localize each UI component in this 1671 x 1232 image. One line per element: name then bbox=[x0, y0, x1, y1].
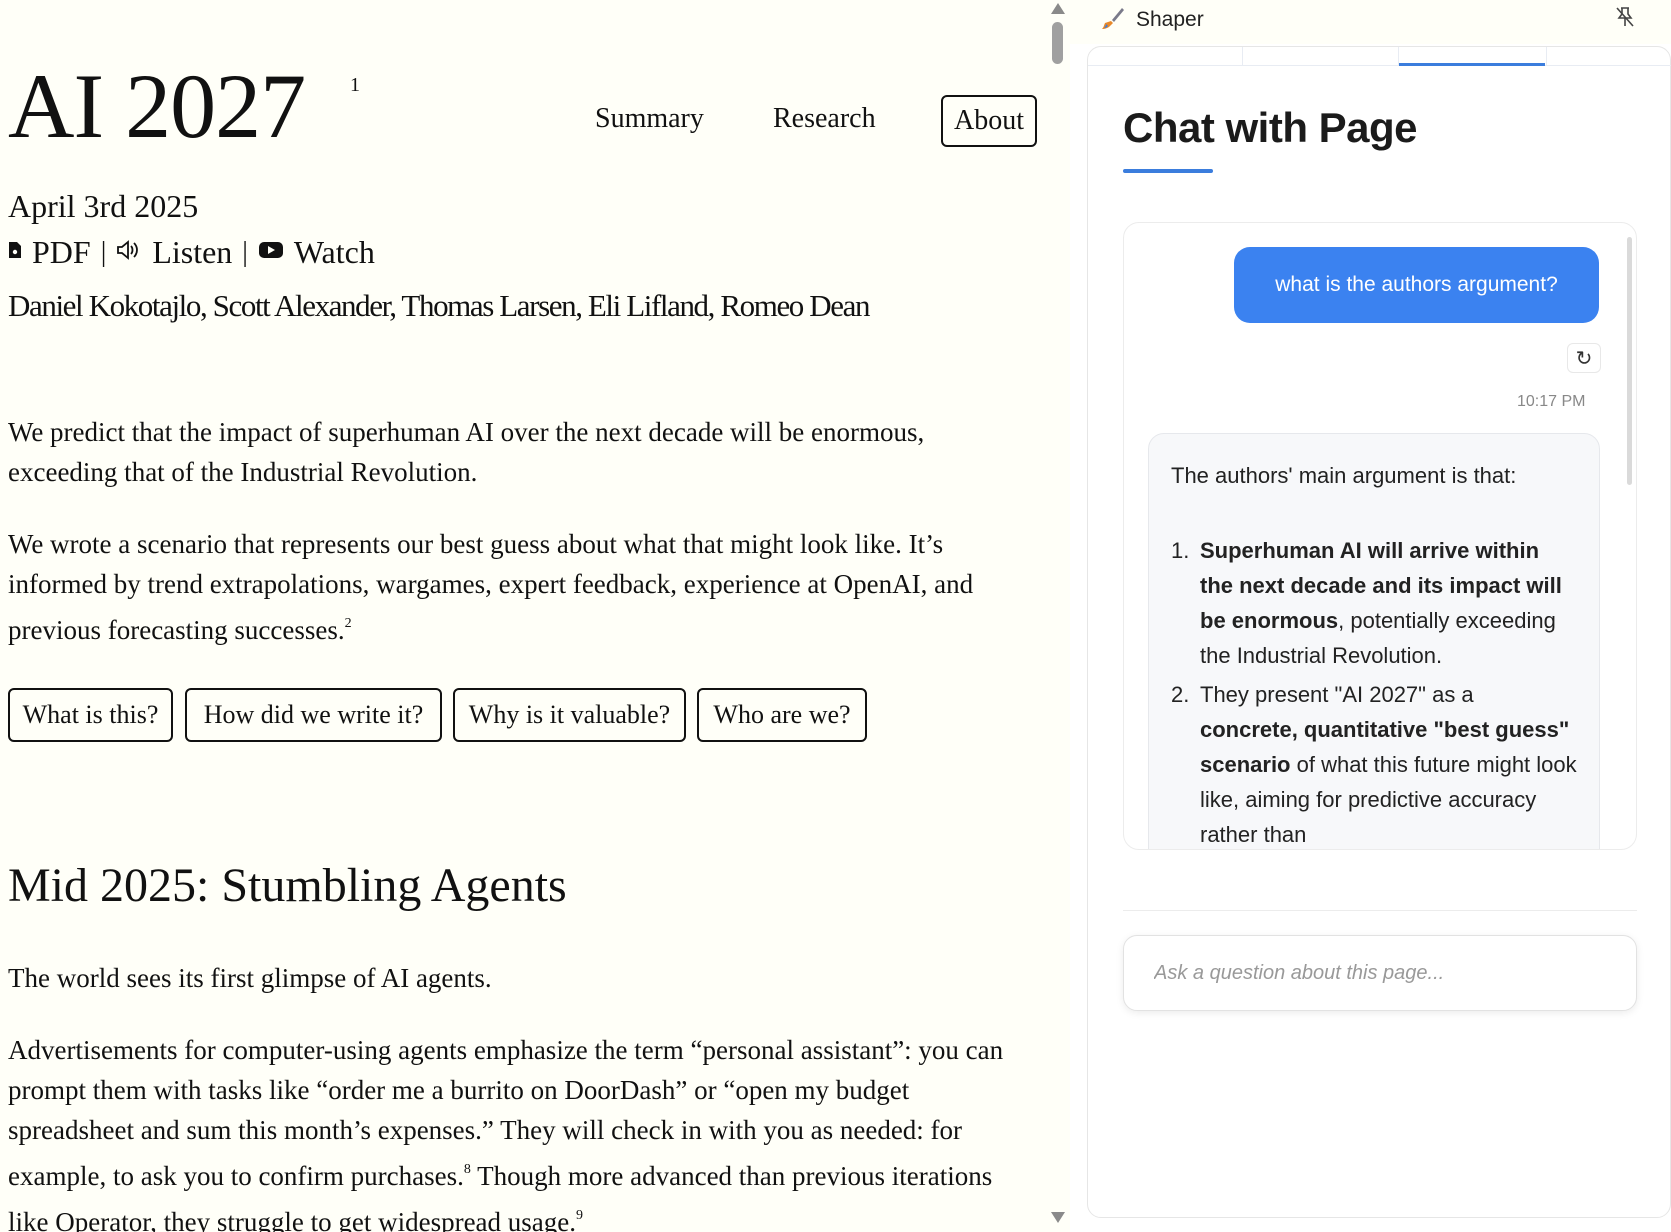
chat-heading: Chat with Page bbox=[1123, 104, 1418, 151]
link-separator: | bbox=[242, 236, 248, 268]
page-scrollbar[interactable] bbox=[1050, 0, 1066, 1232]
intro-paragraph: We predict that the impact of superhuman… bbox=[8, 417, 925, 487]
assistant-intro: The authors' main argument is that: bbox=[1171, 463, 1517, 488]
scroll-thumb[interactable] bbox=[1052, 22, 1063, 64]
agents-paragraph: The world sees its first glimpse of AI a… bbox=[8, 963, 492, 993]
chat-messages[interactable]: what is the authors argument? ↻ 10:17 PM… bbox=[1123, 222, 1637, 850]
app-name: Shaper bbox=[1136, 8, 1204, 31]
footnote-9[interactable]: 9 bbox=[576, 1208, 583, 1223]
advertisements-paragraph: Advertisements for computer-using agents… bbox=[8, 1030, 1028, 1232]
pdf-link[interactable]: PDF bbox=[32, 234, 91, 271]
panel-header: Shaper bbox=[1070, 0, 1671, 44]
argument-list: 1. Superhuman AI will arrive within the n… bbox=[1171, 533, 1577, 849]
list-item: 1. Superhuman AI will arrive within the n… bbox=[1171, 533, 1577, 673]
media-links: PDF | Listen | Watch bbox=[8, 234, 375, 271]
nav-summary-link[interactable]: Summary bbox=[595, 105, 704, 133]
page-title: AI 2027 bbox=[8, 55, 306, 157]
speaker-icon bbox=[116, 239, 142, 266]
tab-divider bbox=[1546, 47, 1547, 65]
footnote-2[interactable]: 2 bbox=[345, 616, 352, 631]
chat-scrollbar[interactable] bbox=[1627, 237, 1632, 485]
nav-about-button[interactable]: About bbox=[941, 95, 1037, 147]
scroll-up-arrow-icon[interactable] bbox=[1051, 3, 1065, 14]
list-number: 1. bbox=[1171, 538, 1190, 563]
section-heading: Mid 2025: Stumbling Agents bbox=[8, 859, 567, 912]
tab-bar bbox=[1088, 65, 1671, 66]
scenario-paragraph: We wrote a scenario that represents our … bbox=[8, 524, 1028, 650]
pdf-icon bbox=[8, 241, 22, 265]
operator-link[interactable]: Operator bbox=[55, 1207, 150, 1232]
tab-chat-active-indicator[interactable] bbox=[1399, 63, 1545, 66]
assistant-message: The authors' main argument is that: 1. Su… bbox=[1148, 433, 1600, 849]
why-is-it-valuable-button[interactable]: Why is it valuable? bbox=[453, 688, 686, 742]
how-did-we-write-it-button[interactable]: How did we write it? bbox=[185, 688, 442, 742]
ask-question-input[interactable] bbox=[1123, 935, 1637, 1011]
title-footnote[interactable]: 1 bbox=[350, 74, 360, 97]
publish-date: April 3rd 2025 bbox=[8, 188, 199, 224]
article-page: AI 2027 1 Summary Research About April 3… bbox=[0, 0, 1040, 1232]
message-timestamp: 10:17 PM bbox=[1517, 393, 1586, 410]
scenario-text: We wrote a scenario that represents our … bbox=[8, 529, 974, 645]
unpin-icon[interactable] bbox=[1615, 6, 1635, 34]
footnote-8[interactable]: 8 bbox=[464, 1162, 471, 1177]
heading-underline bbox=[1123, 169, 1213, 173]
list-number: 2. bbox=[1171, 682, 1190, 707]
link-separator: | bbox=[100, 236, 107, 268]
input-divider bbox=[1123, 910, 1637, 911]
shaper-side-panel: Shaper Chat with Page what is the author… bbox=[1070, 0, 1671, 1232]
watch-link[interactable]: Watch bbox=[294, 234, 375, 271]
scroll-down-arrow-icon[interactable] bbox=[1051, 1212, 1065, 1223]
author-list: Daniel Kokotajlo, Scott Alexander, Thoma… bbox=[8, 288, 870, 323]
list-item: 2. They present "AI 2027" as a concrete, … bbox=[1171, 677, 1577, 849]
item-text: They present "AI 2027" as a bbox=[1200, 682, 1474, 707]
what-is-this-button[interactable]: What is this? bbox=[8, 688, 173, 742]
listen-link[interactable]: Listen bbox=[152, 234, 232, 271]
who-are-we-button[interactable]: Who are we? bbox=[697, 688, 867, 742]
user-message: what is the authors argument? bbox=[1234, 247, 1599, 323]
tab-divider bbox=[1242, 47, 1243, 65]
nav-research-link[interactable]: Research bbox=[773, 105, 876, 133]
regenerate-icon[interactable]: ↻ bbox=[1567, 343, 1601, 373]
paintbrush-icon bbox=[1100, 6, 1126, 32]
youtube-icon bbox=[258, 240, 284, 266]
advertisements-text-3: , they struggle to get widespread usage. bbox=[150, 1207, 577, 1232]
